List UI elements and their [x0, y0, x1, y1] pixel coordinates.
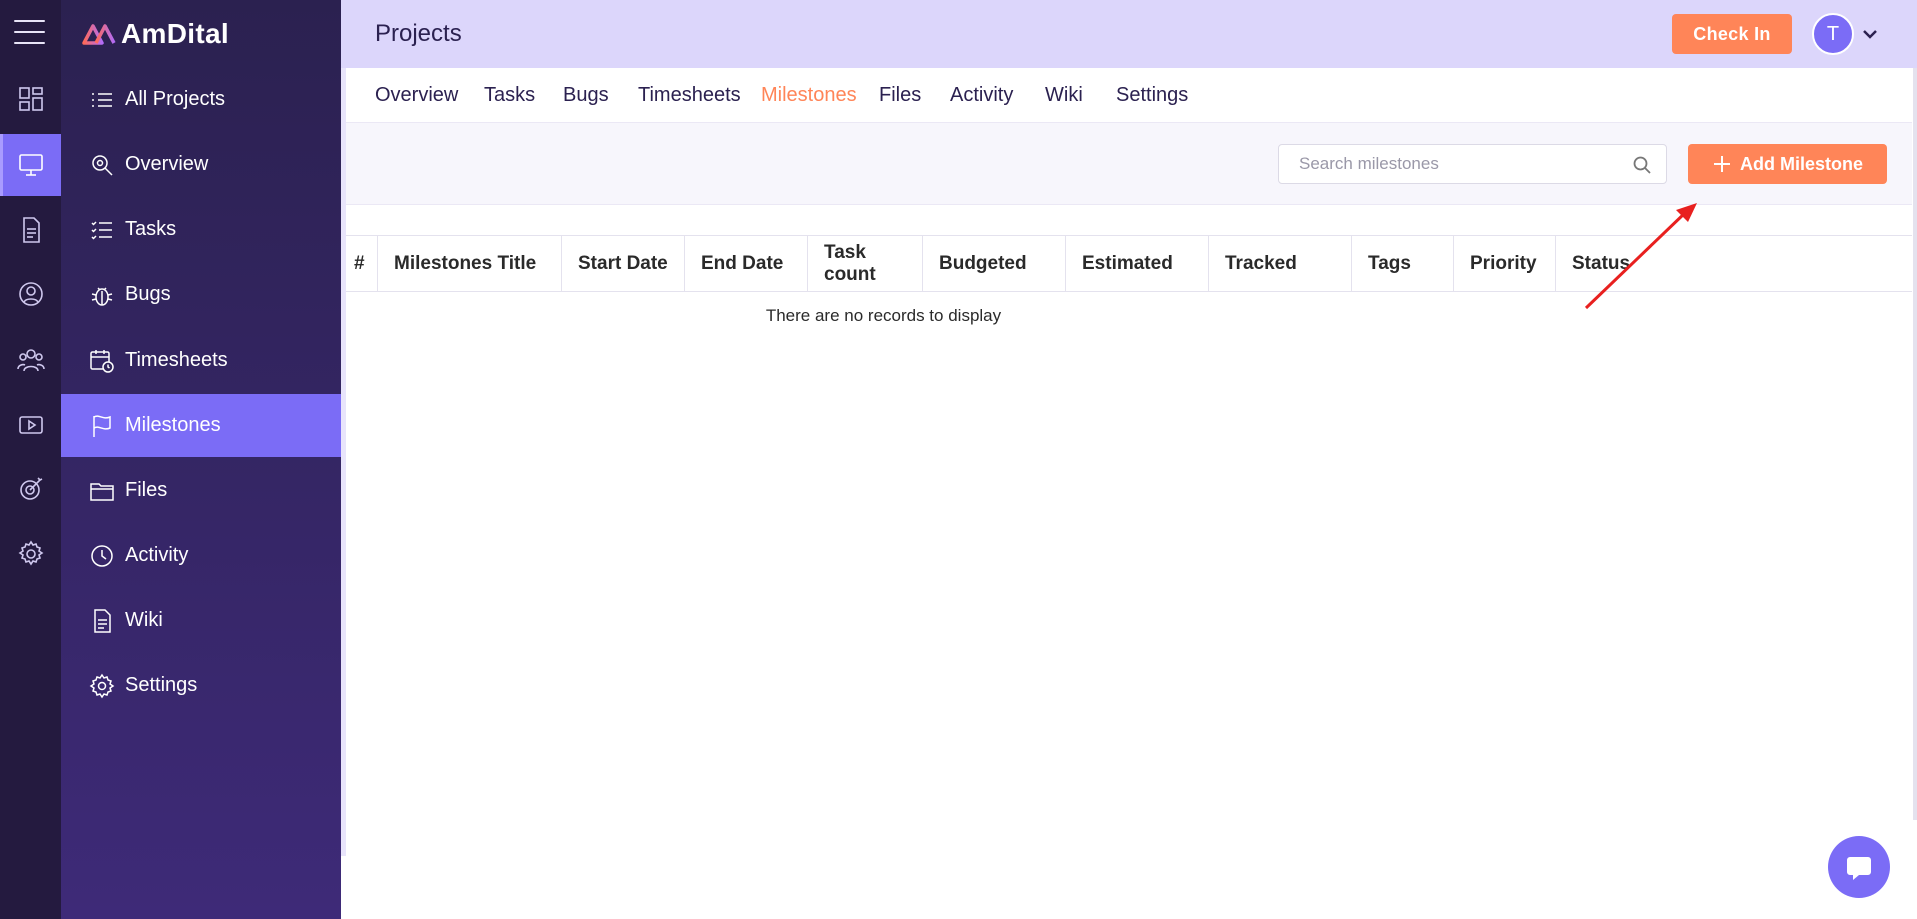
sidebar-item-label: Bugs [125, 283, 171, 305]
rail-projects[interactable] [0, 134, 61, 196]
gear-icon [89, 673, 115, 698]
document-icon [22, 217, 40, 243]
clock-icon [91, 544, 113, 567]
sidebar-item-milestones[interactable]: Milestones [61, 394, 341, 457]
search-box [1278, 144, 1667, 184]
sidebar-item-label: Milestones [125, 414, 221, 436]
sidebar-item-label: Wiki [125, 609, 163, 631]
column-header-start-date[interactable]: Start Date [562, 236, 685, 292]
tab-timesheets[interactable]: Timesheets [638, 84, 741, 107]
milestones-table-header: # Milestones Title Start Date End Date T… [346, 235, 1912, 292]
rail-clients[interactable] [0, 263, 61, 325]
column-header-task-count[interactable]: Task count [808, 236, 923, 292]
project-sidebar: AmDital All Projects Overview Tasks Bugs… [61, 0, 341, 919]
dashboard-icon [18, 87, 43, 111]
calendar-clock-icon [90, 349, 114, 373]
checklist-icon [91, 220, 112, 240]
sidebar-item-label: Tasks [125, 218, 177, 240]
top-header: Projects Check In T [341, 0, 1917, 68]
vertical-scrollbar[interactable] [1913, 68, 1917, 820]
tab-settings[interactable]: Settings [1116, 84, 1188, 107]
rail-media[interactable] [0, 394, 61, 456]
user-circle-icon [18, 282, 43, 306]
app-window: AmDital All Projects Overview Tasks Bugs… [0, 0, 1917, 919]
sidebar-item-files[interactable]: Files [61, 459, 341, 522]
sidebar-item-label: Files [125, 479, 168, 501]
add-milestone-button[interactable]: Add Milestone [1688, 144, 1887, 184]
rail-settings[interactable] [0, 523, 61, 585]
page-title: Projects [375, 20, 462, 47]
avatar[interactable]: T [1812, 13, 1854, 55]
chevron-down-icon[interactable] [1860, 24, 1880, 44]
column-header-status[interactable]: Status [1556, 236, 1646, 292]
project-tabs: Overview Tasks Bugs Timesheets Milestone… [346, 68, 1912, 123]
content-left-border [341, 68, 346, 856]
rail-team[interactable] [0, 329, 61, 391]
file-text-icon [94, 608, 111, 633]
flag-icon [93, 414, 111, 437]
sidebar-item-label: Settings [125, 674, 198, 696]
column-header-budgeted[interactable]: Budgeted [923, 236, 1066, 292]
sidebar-item-timesheets[interactable]: Timesheets [61, 329, 341, 392]
sidebar-item-label: Overview [125, 153, 209, 175]
monitor-icon [18, 154, 43, 176]
icon-rail [0, 0, 61, 919]
list-icon [92, 92, 112, 107]
rail-documents[interactable] [0, 199, 61, 261]
brand-logo[interactable]: AmDital [81, 14, 229, 54]
search-icon[interactable] [1632, 155, 1652, 175]
sidebar-item-bugs[interactable]: Bugs [61, 263, 341, 326]
brand-name: AmDital [121, 18, 229, 49]
folder-icon [90, 482, 114, 501]
video-icon [18, 416, 43, 434]
tab-milestones[interactable]: Milestones [761, 84, 857, 107]
tab-activity[interactable]: Activity [950, 84, 1013, 107]
gear-icon [18, 540, 43, 566]
empty-table-message: There are no records to display [765, 306, 1002, 325]
tab-bugs[interactable]: Bugs [563, 84, 609, 107]
hamburger-icon[interactable] [14, 20, 45, 46]
tab-tasks[interactable]: Tasks [484, 84, 535, 107]
sidebar-item-label: All Projects [125, 88, 226, 110]
milestones-toolbar: Add Milestone [346, 123, 1912, 205]
plus-icon [1713, 156, 1730, 172]
column-header-number[interactable]: # [346, 236, 378, 292]
sidebar-item-wiki[interactable]: Wiki [61, 589, 341, 652]
sidebar-item-tasks[interactable]: Tasks [61, 198, 341, 261]
tab-wiki[interactable]: Wiki [1045, 84, 1083, 107]
column-header-estimated[interactable]: Estimated [1066, 236, 1209, 292]
amdital-logo-icon [82, 24, 116, 45]
target-icon [19, 477, 42, 500]
sidebar-item-settings[interactable]: Settings [61, 654, 341, 717]
eye-search-icon [92, 154, 113, 176]
sidebar-item-label: Activity [125, 544, 189, 566]
bug-icon [91, 286, 113, 306]
column-header-title[interactable]: Milestones Title [378, 236, 562, 292]
rail-goals[interactable] [0, 458, 61, 520]
rail-dashboard[interactable] [0, 68, 61, 130]
column-header-tags[interactable]: Tags [1352, 236, 1454, 292]
column-header-tracked[interactable]: Tracked [1209, 236, 1352, 292]
main-content: Projects Check In T Overview Tasks Bugs … [341, 0, 1917, 919]
sidebar-item-overview[interactable]: Overview [61, 133, 341, 196]
tab-files[interactable]: Files [879, 84, 921, 107]
team-icon [16, 349, 45, 372]
chat-icon [1847, 857, 1871, 880]
add-milestone-label: Add Milestone [1739, 153, 1863, 174]
sidebar-item-all-projects[interactable]: All Projects [61, 68, 341, 131]
sidebar-item-label: Timesheets [125, 349, 228, 371]
chat-button[interactable] [1828, 836, 1890, 898]
search-input[interactable] [1299, 154, 1619, 174]
sidebar-item-activity[interactable]: Activity [61, 524, 341, 587]
column-header-end-date[interactable]: End Date [685, 236, 808, 292]
tab-overview[interactable]: Overview [375, 84, 458, 107]
check-in-button[interactable]: Check In [1672, 14, 1792, 54]
column-header-priority[interactable]: Priority [1454, 236, 1556, 292]
